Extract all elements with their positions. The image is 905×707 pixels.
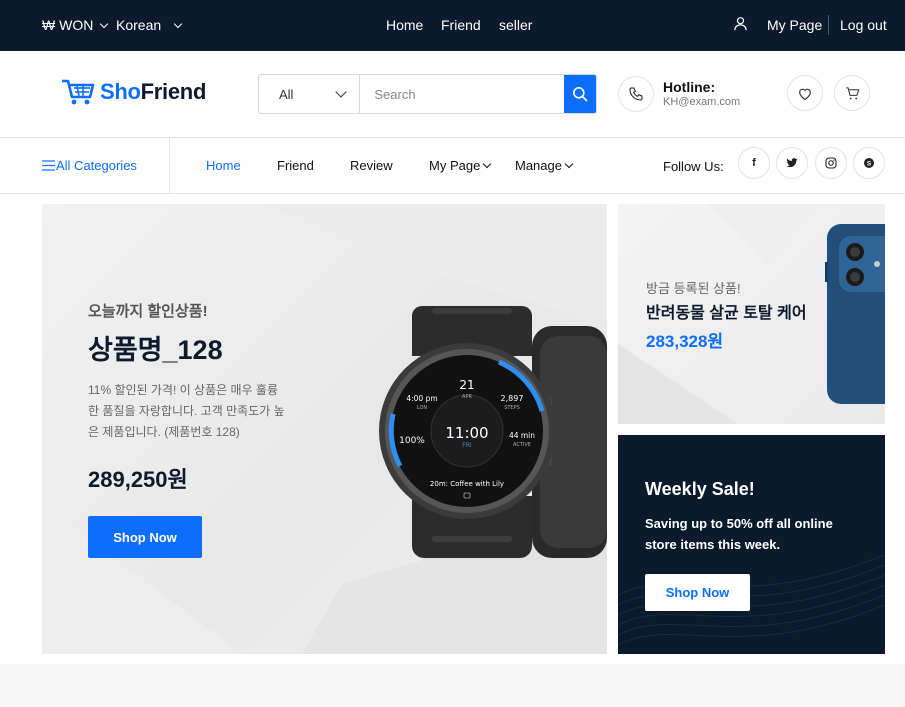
divider [828,15,829,35]
search-category-select[interactable]: All [259,75,361,113]
facebook-icon[interactable]: f [738,147,770,179]
chevron-down-icon [483,159,492,169]
menu-icon [42,160,55,171]
nav-link-my-page[interactable]: My Page [429,158,492,173]
svg-text:APR: APR [462,394,472,400]
topbar-link-friend[interactable]: Friend [441,17,481,33]
phone-icon [618,76,654,112]
cart-icon [845,86,859,99]
currency-label: ₩ WON [42,17,94,33]
search-button[interactable] [564,75,596,113]
svg-text:ACTIVE: ACTIVE [513,442,531,448]
user-icon[interactable] [733,16,748,31]
chevron-down-icon [335,85,348,98]
my-page-link[interactable]: My Page [767,17,822,33]
svg-text:FRI: FRI [462,442,472,449]
nav-link-my-page-label: My Page [429,158,481,173]
logo-text: ShoFriend [100,79,206,105]
side-banner-subtitle: 방금 등록된 상품! [646,281,741,296]
skype-icon[interactable]: S [853,147,885,179]
svg-text:100%: 100% [399,436,425,446]
follow-us-label: Follow Us: [663,159,724,174]
search-icon [573,87,588,102]
svg-text:4:00 pm: 4:00 pm [406,394,437,403]
weekly-sale-title: Weekly Sale! [645,479,755,499]
nav-link-manage-label: Manage [515,158,562,173]
currency-selector[interactable]: ₩ WON [42,17,109,33]
weekly-sale-shop-now-button[interactable]: Shop Now [645,574,750,611]
svg-text:21: 21 [459,378,474,392]
smartphone-image [825,224,885,404]
nav-bar: All Categories Home Friend Review My Pag… [0,138,905,194]
svg-text:2,897: 2,897 [501,394,524,403]
logo-text-part2: Friend [140,79,207,104]
nav-link-friend[interactable]: Friend [277,158,314,173]
footer-strip [0,664,905,707]
search-bar: All [258,74,597,114]
side-banner-weekly-sale: Weekly Sale! Saving up to 50% off all on… [618,435,885,654]
topbar-link-home[interactable]: Home [386,17,423,33]
side-banner-title: 반려동물 살균 토탈 케어 [646,305,807,322]
chevron-down-icon [564,159,574,169]
hero-banner: 오늘까지 할인상품! 상품명_128 11% 할인된 가격! 이 상품은 매우 … [42,204,607,654]
search-input[interactable] [360,75,565,113]
top-bar: ₩ WON Korean Home Friend seller My Page … [0,0,905,51]
side-banner-price: 283,328원 [646,332,724,351]
svg-text:44 min: 44 min [509,431,535,440]
chevron-down-icon [100,19,109,28]
hero-description: 11% 할인된 가격! 이 상품은 매우 훌륭한 품질을 자랑합니다. 고객 만… [88,383,285,439]
divider [169,138,170,194]
topbar-link-seller[interactable]: seller [499,17,532,33]
hero-subtitle: 오늘까지 할인상품! [88,303,208,320]
svg-text:11:00: 11:00 [445,424,488,442]
twitter-icon[interactable] [776,147,808,179]
logo-text-part1: Sho [100,79,141,104]
cart-logo-icon [62,79,95,105]
all-categories-button[interactable]: All Categories [42,158,137,173]
hero-price: 289,250원 [88,467,188,492]
wishlist-button[interactable] [787,75,823,111]
language-selector[interactable]: Korean [116,17,183,33]
svg-text:S: S [867,160,872,167]
weekly-sale-description: Saving up to 50% off all online store it… [645,516,833,552]
svg-text:STEPS: STEPS [504,405,520,411]
nav-link-home[interactable]: Home [206,158,241,173]
logout-link[interactable]: Log out [840,17,887,33]
hotline-email: KH@exam.com [663,96,741,108]
instagram-icon[interactable] [815,147,847,179]
all-categories-label: All Categories [56,158,137,173]
language-label: Korean [116,17,162,33]
svg-text:LON: LON [417,405,428,411]
search-category-value: All [279,86,294,102]
svg-text:20m: Coffee with Lily: 20m: Coffee with Lily [430,480,504,488]
logo[interactable]: ShoFriend [60,77,206,107]
hero-shop-now-button[interactable]: Shop Now [88,516,202,558]
heart-icon [799,88,811,100]
cart-button[interactable] [834,75,870,111]
chevron-down-icon [173,19,183,28]
hero-title: 상품명_128 [88,335,223,365]
hotline-title: Hotline: [663,79,716,95]
nav-link-manage[interactable]: Manage [515,158,574,173]
header: ShoFriend All Hotline: KH@exam.com [0,51,905,138]
smartwatch-image: 21 APR 4:00 pm LON 2,897 STEPS 11:00 FRI… [379,306,607,558]
side-banner-new-product[interactable]: 방금 등록된 상품! 반려동물 살균 토탈 케어 283,328원 [618,204,885,424]
nav-link-review[interactable]: Review [350,158,393,173]
